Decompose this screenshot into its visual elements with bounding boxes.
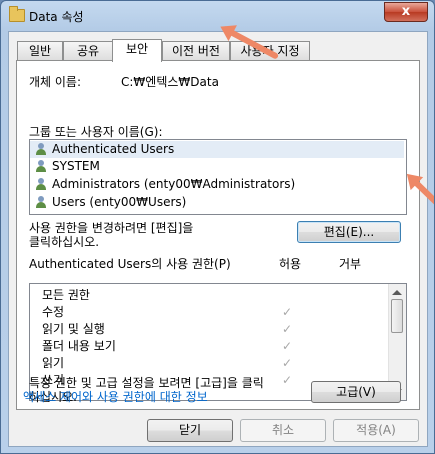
- allow-check-icon: ✓: [282, 339, 293, 353]
- permission-name: 모든 권한: [42, 288, 90, 302]
- edit-button[interactable]: 편집(E)...: [297, 221, 401, 243]
- permission-row: 모든 권한: [30, 286, 386, 304]
- close-button[interactable]: 닫기: [147, 419, 233, 442]
- user-name: SYSTEM: [52, 159, 100, 173]
- permission-row: 읽기 ✓: [30, 354, 386, 372]
- permission-name: 폴더 내용 보기: [42, 339, 116, 353]
- tab-sharing[interactable]: 공유: [63, 41, 113, 60]
- dialog-client-area: 일반 공유 보안 이전 버전 사용자 지정 개체 이름: C:₩엔텍스₩Data…: [8, 31, 428, 447]
- permission-row: 폴더 내용 보기 ✓: [30, 337, 386, 355]
- folder-icon: [9, 6, 25, 22]
- cancel-button[interactable]: 취소: [240, 419, 326, 442]
- allow-check-icon: ✓: [282, 356, 293, 370]
- user-group-icon: [34, 196, 48, 209]
- security-panel: 개체 이름: C:₩엔텍스₩Data 그룹 또는 사용자 이름(G): Auth…: [16, 60, 420, 410]
- access-control-info-link[interactable]: 액세스 제어와 사용 권한에 대한 정보: [23, 388, 208, 405]
- user-list[interactable]: Authenticated Users SYSTEM Administrator…: [29, 139, 407, 215]
- tab-general[interactable]: 일반: [17, 41, 63, 60]
- close-window-button[interactable]: x: [384, 2, 428, 22]
- user-group-icon: [34, 178, 48, 191]
- apply-button[interactable]: 적용(A): [333, 419, 419, 442]
- permission-name: 읽기 및 실행: [42, 322, 105, 336]
- deny-column-header: 거부: [339, 257, 362, 271]
- user-group-icon: [34, 143, 48, 156]
- title-bar[interactable]: Data 속성 x: [1, 1, 434, 31]
- user-name: Users (enty00₩Users): [52, 195, 187, 209]
- permission-name: 수정: [42, 305, 65, 319]
- object-name-value: C:₩엔텍스₩Data: [121, 75, 219, 89]
- scroll-thumb[interactable]: [391, 299, 403, 333]
- window-title: Data 속성: [29, 10, 84, 24]
- permissions-for-label: Authenticated Users의 사용 권한(P): [29, 257, 231, 271]
- tab-previous-versions[interactable]: 이전 버전: [162, 41, 230, 60]
- properties-window: Data 속성 x 일반 공유 보안 이전 버전 사용자 지정 개체 이름: C…: [0, 0, 435, 454]
- user-item-authenticated-users[interactable]: Authenticated Users: [30, 141, 404, 158]
- user-name: Administrators (enty00₩Administrators): [52, 177, 296, 191]
- user-item-system[interactable]: SYSTEM: [30, 158, 404, 175]
- user-item-administrators[interactable]: Administrators (enty00₩Administrators): [30, 176, 404, 193]
- object-name-label: 개체 이름:: [29, 75, 82, 89]
- tab-security[interactable]: 보안: [112, 39, 162, 62]
- allow-column-header: 허용: [279, 257, 302, 271]
- permission-row: 읽기 및 실행 ✓: [30, 320, 386, 338]
- allow-check-icon: ✓: [282, 305, 293, 319]
- group-or-user-label: 그룹 또는 사용자 이름(G):: [29, 125, 163, 139]
- user-item-users[interactable]: Users (enty00₩Users): [30, 194, 404, 211]
- advanced-button[interactable]: 고급(V): [311, 381, 401, 403]
- permission-name: 읽기: [42, 356, 65, 370]
- user-name: Authenticated Users: [52, 142, 175, 156]
- scroll-up-icon[interactable]: [392, 290, 402, 295]
- edit-hint-line2: 클릭하십시오.: [29, 235, 100, 249]
- permission-row: 수정 ✓: [30, 303, 386, 321]
- allow-check-icon: ✓: [282, 373, 293, 387]
- allow-check-icon: ✓: [282, 322, 293, 336]
- user-group-icon: [34, 160, 48, 173]
